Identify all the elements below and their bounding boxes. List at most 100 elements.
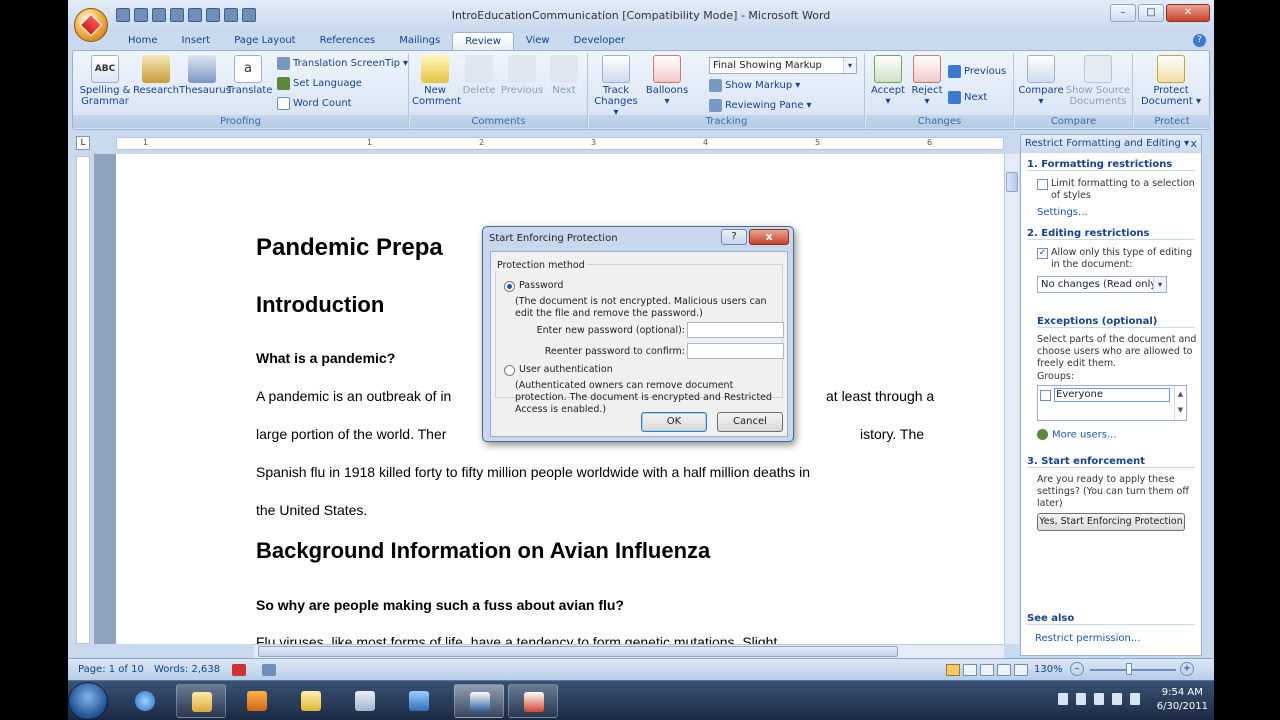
taskbar-explorer[interactable] xyxy=(176,684,226,718)
taskbar-outlook[interactable] xyxy=(286,684,336,718)
groups-list[interactable]: Everyone ▲ ▼ xyxy=(1037,385,1187,421)
delete-comment-button[interactable]: Delete xyxy=(458,55,500,96)
taskbar-powerpoint[interactable] xyxy=(508,684,558,718)
word-count-button[interactable]: Word Count xyxy=(277,97,352,110)
macro-icon[interactable] xyxy=(262,664,276,676)
previous-comment-button[interactable]: Previous xyxy=(500,55,544,96)
tab-view[interactable]: View xyxy=(514,32,562,50)
groups-scrollbar[interactable]: ▲ ▼ xyxy=(1174,386,1186,420)
tab-developer[interactable]: Developer xyxy=(562,32,637,50)
tab-insert[interactable]: Insert xyxy=(170,32,223,50)
user-authentication-radio[interactable] xyxy=(504,365,515,376)
zoom-in-icon[interactable]: + xyxy=(1180,662,1194,676)
limit-formatting-checkbox[interactable] xyxy=(1037,179,1048,190)
taskbar-calculator[interactable] xyxy=(340,684,390,718)
zoom-level[interactable]: 130% xyxy=(1034,664,1063,675)
page-count[interactable]: Page: 1 of 10 xyxy=(78,664,144,675)
tab-mailings[interactable]: Mailings xyxy=(387,32,452,50)
zoom-slider[interactable] xyxy=(1090,669,1176,671)
next-comment-button[interactable]: Next xyxy=(544,55,584,96)
proofing-status-icon[interactable] xyxy=(232,664,246,676)
flag-icon[interactable] xyxy=(1058,693,1068,705)
maximize-button[interactable]: □ xyxy=(1138,4,1164,22)
spelling-grammar-button[interactable]: ABC Spelling & Grammar xyxy=(77,55,133,107)
balloons-button[interactable]: Balloons ▾ xyxy=(643,55,691,107)
tab-page-layout[interactable]: Page Layout xyxy=(222,32,307,50)
research-button[interactable]: Research xyxy=(133,55,179,96)
new-password-input[interactable] xyxy=(687,322,784,338)
word-count[interactable]: Words: 2,638 xyxy=(154,664,220,675)
translate-button[interactable]: a Translate xyxy=(227,55,272,96)
protect-label: Protect xyxy=(1134,115,1210,128)
help-icon[interactable]: ? xyxy=(1193,34,1206,47)
office-button[interactable] xyxy=(74,8,108,42)
signal-icon[interactable] xyxy=(1112,693,1122,705)
show-markup-button[interactable]: Show Markup ▾ xyxy=(709,79,800,92)
battery-icon[interactable] xyxy=(1094,693,1104,705)
users-icon xyxy=(1037,429,1048,440)
show-source-documents-button[interactable]: Show Source Documents xyxy=(1065,55,1131,107)
editing-type-select[interactable]: No changes (Read only) ▾ xyxy=(1037,276,1167,293)
taskbar-media-player[interactable] xyxy=(232,684,282,718)
web-layout-icon[interactable] xyxy=(980,664,994,676)
thesaurus-button[interactable]: Thesaurus xyxy=(179,55,231,96)
print-layout-icon[interactable] xyxy=(946,664,960,676)
tab-home[interactable]: Home xyxy=(116,32,170,50)
cancel-button[interactable]: Cancel xyxy=(717,412,783,432)
network-icon[interactable] xyxy=(1076,693,1086,705)
volume-icon[interactable] xyxy=(1130,693,1140,705)
close-button[interactable]: ✕ xyxy=(1166,4,1210,22)
protect-document-button[interactable]: Protect Document ▾ xyxy=(1140,55,1202,107)
password-radio[interactable] xyxy=(504,281,515,292)
accept-button[interactable]: Accept ▾ xyxy=(868,55,908,107)
zoom-slider-thumb[interactable] xyxy=(1126,663,1132,675)
tab-review[interactable]: Review xyxy=(452,32,514,50)
vertical-scrollbar[interactable] xyxy=(1004,154,1019,644)
taskbar-ie[interactable] xyxy=(120,684,170,718)
comments-group: New Comment Delete Previous Next Comment… xyxy=(410,53,588,129)
office-logo-icon xyxy=(79,13,103,37)
draft-icon[interactable] xyxy=(1014,664,1028,676)
ok-button[interactable]: OK xyxy=(641,412,707,432)
restrict-permission-link[interactable]: Restrict permission... xyxy=(1035,633,1140,644)
powerpoint-icon xyxy=(524,692,544,712)
settings-link[interactable]: Settings... xyxy=(1037,207,1088,218)
previous-arrow-icon xyxy=(948,65,961,78)
zoom-out-icon[interactable]: – xyxy=(1070,662,1084,676)
outline-icon[interactable] xyxy=(997,664,1011,676)
dialog-close-button[interactable]: x xyxy=(749,229,789,245)
doc-question-1: What is a pandemic? xyxy=(256,350,396,366)
horizontal-ruler[interactable]: 1 1 2 3 4 5 6 xyxy=(116,137,1004,150)
chevron-down-icon: ▾ xyxy=(843,58,856,73)
dialog-help-button[interactable]: ? xyxy=(721,229,747,245)
taskbar-word[interactable] xyxy=(454,684,504,718)
language-icon xyxy=(277,77,290,90)
allow-editing-checkbox[interactable]: ✓ xyxy=(1037,248,1048,259)
scroll-thumb[interactable] xyxy=(1006,172,1018,192)
scroll-thumb[interactable] xyxy=(258,646,898,657)
previous-change-button[interactable]: Previous xyxy=(948,65,1006,78)
everyone-checkbox[interactable] xyxy=(1040,390,1051,401)
confirm-password-input[interactable] xyxy=(687,343,784,359)
new-comment-button[interactable]: New Comment xyxy=(412,55,461,107)
track-changes-button[interactable]: Track Changes ▾ xyxy=(591,55,641,118)
minimize-button[interactable]: – xyxy=(1110,4,1136,22)
clock[interactable]: 9:54 AM 6/30/2011 xyxy=(1157,686,1208,714)
tab-selector-button[interactable]: L xyxy=(76,136,90,150)
everyone-item[interactable]: Everyone xyxy=(1054,388,1170,402)
full-screen-icon[interactable] xyxy=(963,664,977,676)
set-language-button[interactable]: Set Language xyxy=(277,77,362,90)
markup-combo[interactable]: Final Showing Markup ▾ xyxy=(709,57,857,74)
start-button[interactable] xyxy=(68,682,108,720)
next-change-button[interactable]: Next xyxy=(948,91,987,104)
taskbar-publisher[interactable] xyxy=(394,684,444,718)
tab-references[interactable]: References xyxy=(308,32,388,50)
start-enforcing-button[interactable]: Yes, Start Enforcing Protection xyxy=(1037,513,1185,531)
translation-screentip-button[interactable]: Translation ScreenTip ▾ xyxy=(277,57,408,70)
compare-button[interactable]: Compare ▾ xyxy=(1017,55,1065,107)
reviewing-pane-button[interactable]: Reviewing Pane ▾ xyxy=(709,99,812,112)
more-users-link[interactable]: More users... xyxy=(1037,429,1117,441)
horizontal-scrollbar[interactable] xyxy=(254,644,1004,658)
reject-button[interactable]: Reject ▾ xyxy=(908,55,946,107)
pane-close-icon[interactable]: x xyxy=(1190,137,1197,150)
